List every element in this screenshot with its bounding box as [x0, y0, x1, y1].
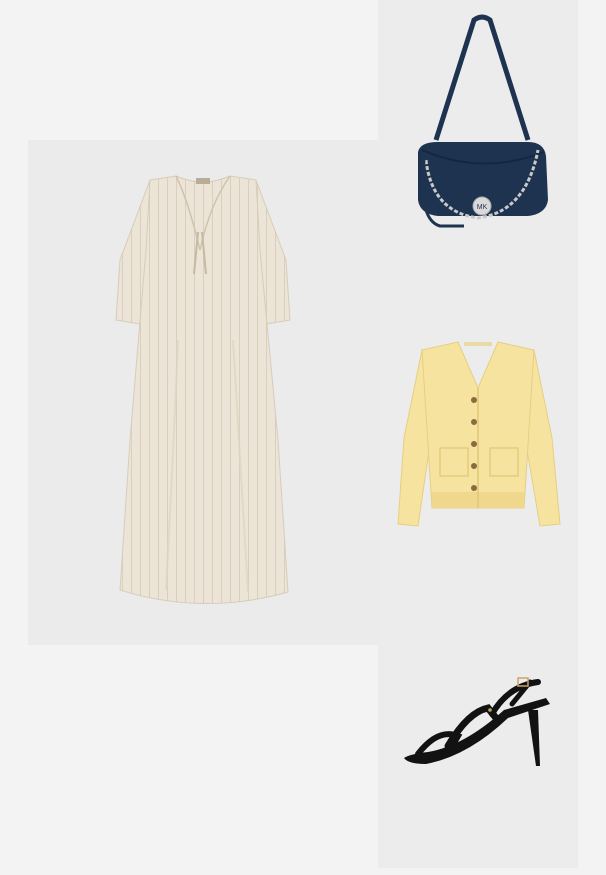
sandal-tile[interactable]	[378, 578, 578, 868]
bag-tile[interactable]: MK	[378, 0, 578, 288]
cardigan-image	[397, 341, 561, 527]
sandal-heel	[528, 710, 540, 766]
sandal-image	[404, 677, 550, 766]
dress-tile[interactable]	[28, 140, 378, 645]
bag-image: MK	[418, 14, 548, 228]
svg-text:MK: MK	[477, 204, 488, 211]
bag-strap	[433, 14, 531, 141]
outfit-board: MK	[0, 0, 606, 875]
dress-image	[115, 175, 291, 604]
sandal-sole	[404, 698, 550, 764]
cardigan-tile[interactable]	[378, 288, 578, 578]
